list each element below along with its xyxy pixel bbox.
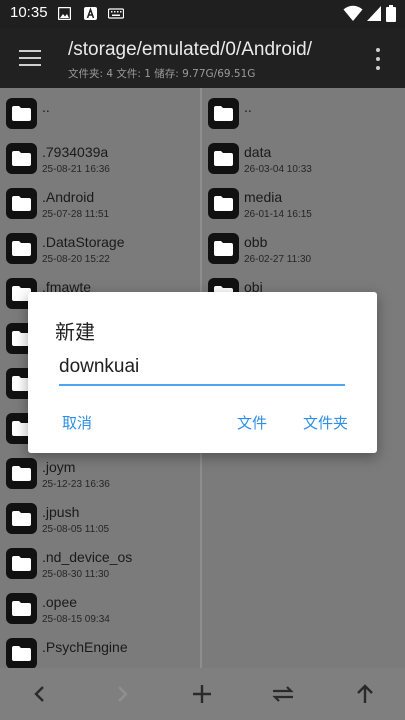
folder-icon	[6, 593, 37, 624]
folder-icon	[208, 143, 239, 174]
wifi-icon	[343, 5, 363, 21]
new-folder-button[interactable]: 文件夹	[303, 412, 348, 433]
file-name: .joym	[42, 459, 76, 475]
folder-icon	[6, 143, 37, 174]
folder-icon	[208, 188, 239, 219]
file-name: obb	[244, 234, 268, 250]
swap-icon[interactable]	[269, 680, 297, 708]
gallery-icon	[58, 7, 71, 20]
folder-icon	[6, 233, 37, 264]
file-date: 26-03-04 10:33	[244, 164, 312, 175]
keyboard-icon	[108, 8, 124, 19]
forward-icon[interactable]	[108, 680, 136, 708]
file-row[interactable]: .opee 25-08-15 09:34	[0, 587, 200, 632]
file-row[interactable]: media 26-01-14 16:15	[202, 182, 405, 227]
folder-icon	[6, 638, 37, 668]
menu-icon[interactable]	[14, 46, 48, 70]
file-date: 25-08-21 16:36	[42, 164, 110, 175]
file-name: data	[244, 144, 272, 160]
status-bar: 10:35	[0, 0, 405, 28]
signal-icon	[367, 6, 381, 21]
file-name: .jpush	[42, 504, 80, 520]
folder-icon	[6, 503, 37, 534]
file-name: ..	[244, 99, 252, 115]
file-row[interactable]: .joym 25-12-23 16:36	[0, 452, 200, 497]
folder-icon	[6, 458, 37, 489]
up-icon[interactable]	[351, 680, 379, 708]
file-row[interactable]: ..	[0, 92, 200, 137]
file-date: 25-08-05 11:05	[42, 524, 110, 535]
cancel-button[interactable]: 取消	[62, 412, 92, 433]
file-date: 26-01-14 16:15	[244, 209, 312, 220]
bottom-toolbar	[0, 668, 405, 720]
app-bar: /storage/emulated/0/Android/ 文件夹: 4 文件: …	[0, 28, 405, 88]
file-row[interactable]: ..	[202, 92, 405, 137]
file-date: 25-12-23 16:36	[42, 479, 110, 490]
file-row[interactable]: .PsychEngine	[0, 632, 200, 668]
file-row[interactable]: .Android 25-07-28 11:51	[0, 182, 200, 227]
battery-icon	[386, 5, 396, 22]
file-row[interactable]: data 26-03-04 10:33	[202, 137, 405, 182]
file-date: 26-02-27 11:30	[244, 254, 312, 265]
file-row[interactable]: .nd_device_os 25-08-30 11:30	[0, 542, 200, 587]
file-name: .PsychEngine	[42, 639, 128, 655]
file-date: 25-08-20 15:22	[42, 254, 110, 265]
status-time: 10:35	[10, 4, 48, 21]
more-vert-icon[interactable]	[366, 46, 390, 72]
folder-icon	[6, 548, 37, 579]
new-file-button[interactable]: 文件	[237, 412, 267, 433]
file-row[interactable]: .7934039a 25-08-21 16:36	[0, 137, 200, 182]
file-name: ..	[42, 99, 50, 115]
folder-icon	[208, 233, 239, 264]
storage-summary: 文件夹: 4 文件: 1 储存: 9.77G/69.51G	[68, 68, 256, 80]
dialog-title: 新建	[55, 320, 95, 344]
back-icon[interactable]	[26, 680, 54, 708]
folder-icon	[6, 98, 37, 129]
file-date: 25-07-28 11:51	[42, 209, 110, 220]
app-a-icon	[84, 7, 97, 20]
file-name: .Android	[42, 189, 95, 205]
folder-icon	[6, 188, 37, 219]
file-row[interactable]: obb 26-02-27 11:30	[202, 227, 405, 272]
folder-icon	[208, 98, 239, 129]
add-icon[interactable]	[188, 680, 216, 708]
file-date: 25-08-30 11:30	[42, 569, 110, 580]
file-name: .opee	[42, 594, 78, 610]
file-date: 25-08-15 09:34	[42, 614, 110, 625]
path-title: /storage/emulated/0/Android/	[68, 39, 312, 60]
name-input[interactable]	[59, 352, 345, 386]
file-name: .7934039a	[42, 144, 109, 160]
new-item-dialog: 新建 取消 文件 文件夹	[28, 292, 377, 453]
file-name: .DataStorage	[42, 234, 125, 250]
file-name: media	[244, 189, 283, 205]
file-name: .nd_device_os	[42, 549, 133, 565]
file-row[interactable]: .jpush 25-08-05 11:05	[0, 497, 200, 542]
file-row[interactable]: .DataStorage 25-08-20 15:22	[0, 227, 200, 272]
